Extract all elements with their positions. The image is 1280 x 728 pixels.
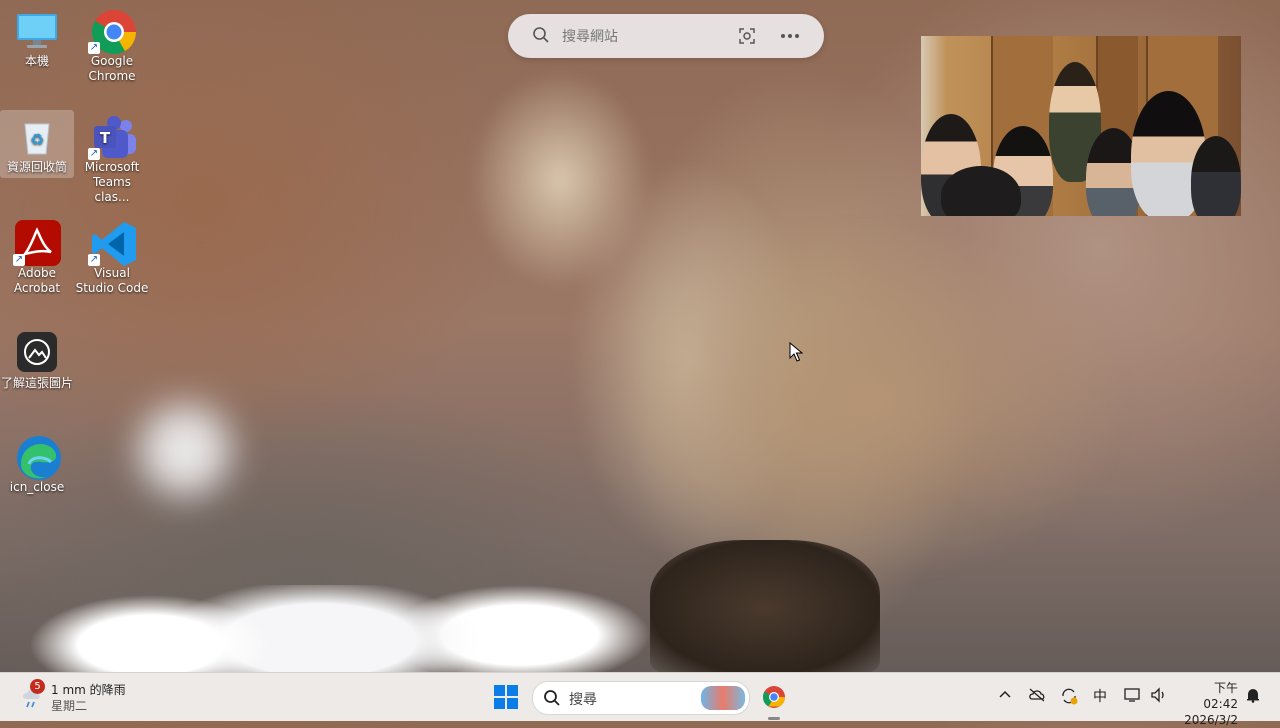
desktop-icon-acrobat[interactable]: ↗ Adobe Acrobat [0,216,74,296]
chrome-icon: ↗ [88,8,136,54]
search-highlight-image [701,686,745,710]
svg-text:♻: ♻ [30,130,44,149]
visual-search-icon[interactable] [738,27,756,49]
web-search-input[interactable] [560,25,724,49]
desktop-icon-recycle-bin[interactable]: ♻ 資源回收筒 [0,110,74,178]
weather-widget[interactable]: 5 1 mm 的降雨 星期二 [16,679,146,715]
vscode-icon: ↗ [88,220,136,266]
shortcut-arrow-icon: ↗ [13,254,25,266]
desktop-icon-edge[interactable]: icn_close [0,430,74,495]
desktop-icon-label: Adobe Acrobat [13,266,61,295]
desktop-icon-label: 了解這張圖片 [0,376,73,390]
onedrive-offline-icon[interactable] [1028,687,1046,707]
desktop-icon-teams[interactable]: T ↗ Microsoft Teams clas... [75,110,149,205]
acrobat-icon: ↗ [13,220,61,266]
desktop-icon-chrome[interactable]: ↗ Google Chrome [75,4,149,84]
camera-spotlight-icon [15,330,59,374]
windows-start-icon[interactable] [494,685,518,713]
mouse-cursor-icon [789,341,804,366]
search-icon [543,689,561,711]
shortcut-arrow-icon: ↗ [88,254,100,266]
search-icon [532,26,550,48]
clock-date: 2026/3/2 [1184,713,1238,727]
taskbar-search-box[interactable]: 搜尋 [532,681,750,715]
wallpaper-blur [140,405,230,495]
teams-icon: T ↗ [88,114,136,160]
weather-condition: 1 mm 的降雨 [51,683,126,697]
desktop-icon-label: 資源回收筒 [6,160,67,174]
recycle-bin-icon: ♻ [15,114,59,158]
shortcut-arrow-icon: ↗ [88,42,100,54]
sync-warning-icon[interactable] [1060,687,1078,709]
monitor-icon [15,8,59,52]
webcam-video-overlay [921,36,1241,216]
desktop-icon-label: 本機 [24,54,49,68]
chevron-up-icon[interactable] [998,687,1012,705]
volume-icon[interactable] [1150,687,1168,707]
notification-badge: 5 [30,679,45,694]
chrome-taskbar-icon[interactable] [762,685,786,713]
desktop-icon-label: Visual Studio Code [75,266,149,295]
taskbar-search-placeholder: 搜尋 [569,692,597,708]
wallpaper-snow [0,585,680,675]
desktop-icon-learn-about-picture[interactable]: 了解這張圖片 [0,326,74,391]
svg-text:T: T [100,129,111,147]
wallpaper-stump [650,540,880,675]
web-search-bar[interactable] [508,14,824,58]
clock-time: 下午 02:42 [1203,681,1238,711]
more-options-icon[interactable] [780,27,800,49]
desktop-icon-vscode[interactable]: ↗ Visual Studio Code [75,216,149,296]
webcam-person [1191,136,1241,216]
weather-day: 星期二 [51,699,88,713]
taskbar: 5 1 mm 的降雨 星期二 搜尋 中 下午 02:42 2026/3/2 [0,672,1280,727]
edge-icon [15,434,61,480]
taskbar-clock[interactable]: 下午 02:42 2026/3/2 [1176,680,1238,728]
desktop-icon-label: icn_close [9,480,65,494]
ime-indicator[interactable]: 中 [1093,686,1107,706]
shortcut-arrow-icon: ↗ [88,148,100,160]
network-icon[interactable] [1124,687,1142,707]
notification-bell-icon[interactable] [1245,687,1261,707]
desktop-icon-label: Microsoft Teams clas... [84,160,140,204]
desktop-icon-this-pc[interactable]: 本機 [0,4,74,69]
desktop-icon-label: Google Chrome [88,54,136,83]
